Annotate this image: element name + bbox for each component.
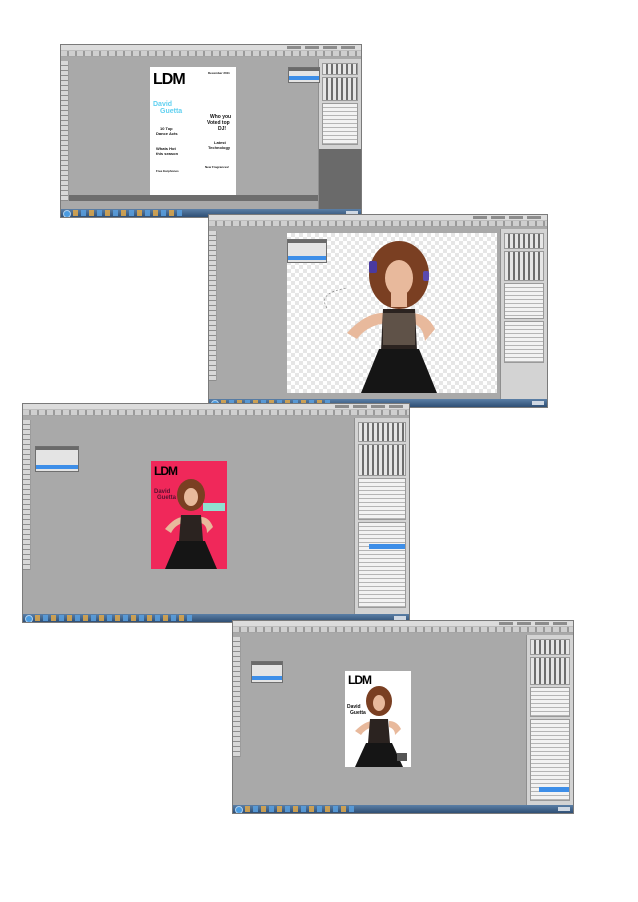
adjustments-panel[interactable] [504, 251, 544, 281]
start-button-icon[interactable] [235, 806, 243, 813]
right-panels [354, 418, 409, 614]
cover-left-low-2: this season [156, 151, 179, 156]
right-panels [500, 229, 547, 399]
cover-masthead: LDM [153, 71, 186, 88]
options-bar[interactable] [233, 627, 573, 633]
start-button-icon[interactable] [63, 210, 71, 217]
tools-panel[interactable] [209, 231, 217, 381]
cover-headline-2: Guetta [157, 495, 177, 501]
adjustments-panel[interactable] [530, 657, 570, 685]
layers-panel[interactable] [358, 522, 406, 608]
taskbar-clock [558, 807, 570, 811]
options-bar[interactable] [209, 221, 547, 227]
selected-layer[interactable] [539, 787, 569, 792]
taskbar-apps[interactable] [35, 615, 195, 621]
layers-panel[interactable] [504, 321, 544, 363]
tools-panel[interactable] [233, 637, 241, 757]
photoshop-screenshot-1: LDM December 2011 David Guetta 10 Top Da… [60, 44, 362, 218]
magazine-cover-page-1: LDM December 2011 David Guetta 10 Top Da… [150, 67, 236, 195]
magazine-cover-page-3: LDM David Guetta [151, 461, 227, 569]
adjustments-panel[interactable] [358, 444, 406, 476]
photoshop-screenshot-2 [208, 214, 548, 408]
cover-right-foot: New Fragrances! [205, 165, 230, 169]
right-panels [526, 635, 573, 805]
cover-right-mid-3: DJ! [218, 126, 227, 132]
dark-panel-area [319, 149, 361, 209]
adjustments-panel[interactable] [322, 77, 358, 101]
cover-left-mid-2: Dance Acts [156, 131, 178, 136]
magazine-cover-page-4: LDM David Guetta [345, 671, 411, 767]
cover-date: December 2011 [208, 71, 230, 75]
color-panel[interactable] [504, 233, 544, 249]
cover-masthead: LDM [154, 464, 178, 478]
options-bar[interactable] [61, 51, 361, 57]
cover-left-foot: Free Earphones [156, 169, 179, 173]
right-panels [318, 59, 361, 209]
color-panel[interactable] [358, 422, 406, 442]
windows-taskbar [233, 805, 573, 813]
selected-layer[interactable] [369, 544, 405, 549]
tools-panel[interactable] [61, 61, 69, 201]
color-panel[interactable] [530, 639, 570, 655]
options-bar[interactable] [23, 410, 409, 416]
history-panel[interactable] [251, 661, 283, 683]
styles-list[interactable] [358, 478, 406, 520]
styles-list[interactable] [530, 687, 570, 717]
photoshop-screenshot-3: LDM David Guetta [22, 403, 410, 623]
workspace-shadow [69, 195, 321, 201]
styles-list[interactable] [322, 103, 358, 145]
cover-right-low-2: Technology [208, 145, 231, 150]
history-panel[interactable] [287, 239, 327, 263]
cover-headline-2: Guetta [350, 710, 366, 716]
tools-panel[interactable] [23, 420, 31, 570]
history-panel[interactable] [288, 67, 320, 83]
taskbar-clock [532, 401, 544, 405]
taskbar-apps[interactable] [245, 806, 355, 812]
taskbar-apps[interactable] [73, 210, 183, 216]
swatches-panel[interactable] [322, 63, 358, 75]
cover-masthead: LDM [348, 673, 372, 687]
history-panel[interactable] [35, 446, 79, 472]
photoshop-screenshot-4: LDM David Guetta [232, 620, 574, 814]
styles-list[interactable] [504, 283, 544, 319]
cover-headline-2: Guetta [160, 108, 183, 115]
start-button-icon[interactable] [25, 615, 33, 622]
